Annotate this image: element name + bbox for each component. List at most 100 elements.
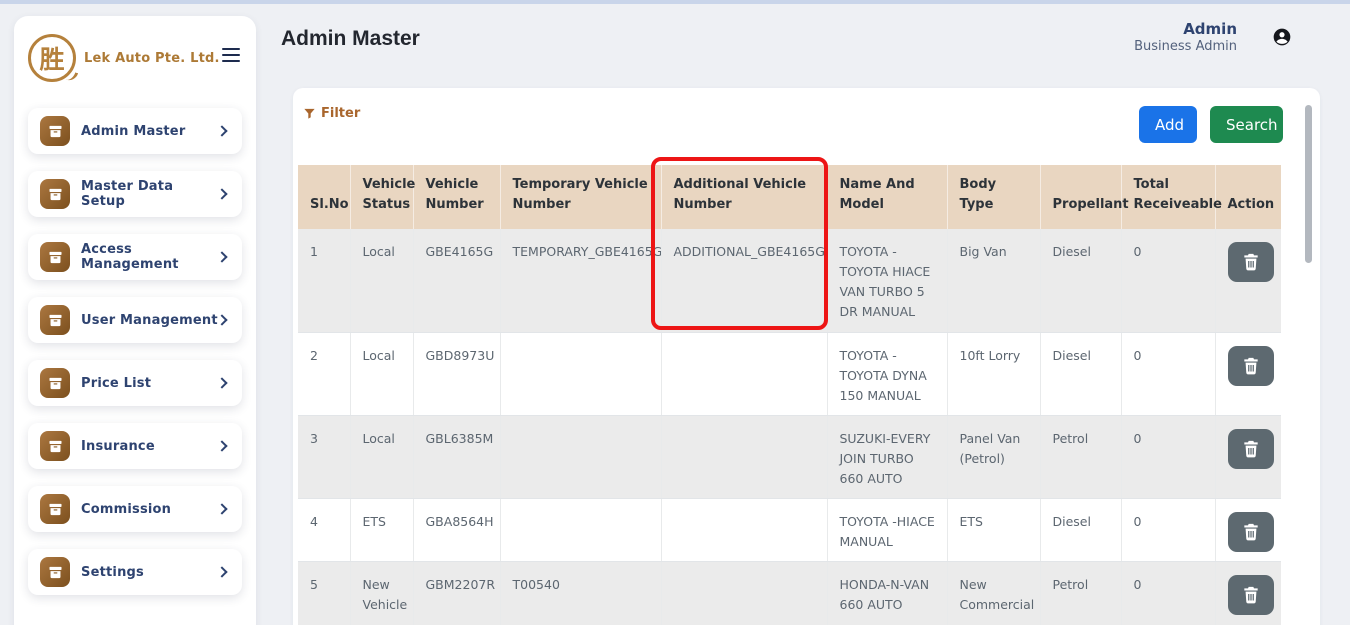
cell-total-receiveable: 0 [1121, 415, 1215, 498]
sidebar-item-label: User Management [81, 313, 218, 328]
cell-temporary-vehicle-number [500, 332, 661, 415]
delete-button[interactable] [1228, 346, 1274, 386]
delete-button[interactable] [1228, 429, 1274, 469]
sidebar-item-label: Settings [81, 565, 218, 580]
page-title: Admin Master [281, 27, 420, 51]
cell-additional-vehicle-number [661, 332, 827, 415]
chevron-right-icon [216, 251, 227, 262]
cell-vehicle-number: GBM2207R [413, 561, 500, 625]
col-header-temporary-vehicle-number: Temporary Vehicle Number [500, 165, 661, 229]
trash-icon [1241, 438, 1261, 460]
col-header-vehicle-status: Vehicle Status [350, 165, 413, 229]
archive-icon [40, 494, 70, 524]
sidebar-item-user-management[interactable]: User Management [28, 297, 242, 343]
cell-additional-vehicle-number [661, 415, 827, 498]
cell-action [1215, 498, 1281, 561]
sidebar-item-settings[interactable]: Settings [28, 549, 242, 595]
vertical-scrollbar-thumb[interactable] [1305, 105, 1312, 263]
col-header-sl-no: Sl.No [298, 165, 350, 229]
archive-icon [40, 557, 70, 587]
cell-sl-no: 1 [298, 229, 350, 332]
cell-propellant: Petrol [1040, 561, 1121, 625]
table-row: 5 New Vehicle GBM2207R T00540 HONDA-N-VA… [298, 561, 1281, 625]
sidebar-item-commission[interactable]: Commission [28, 486, 242, 532]
cell-propellant: Diesel [1040, 498, 1121, 561]
cell-temporary-vehicle-number: TEMPORARY_GBE4165G [500, 229, 661, 332]
cell-vehicle-number: GBD8973U [413, 332, 500, 415]
filter-label: Filter [321, 106, 360, 121]
cell-vehicle-number: GBL6385M [413, 415, 500, 498]
cell-total-receiveable: 0 [1121, 498, 1215, 561]
cell-body-type: ETS [947, 498, 1040, 561]
cell-total-receiveable: 0 [1121, 332, 1215, 415]
cell-name-and-model: TOYOTA -HIACE MANUAL [827, 498, 947, 561]
table-row: 4 ETS GBA8564H TOYOTA -HIACE MANUAL ETS … [298, 498, 1281, 561]
col-header-name-and-model: Name And Model [827, 165, 947, 229]
brand-name: Lek Auto Pte. Ltd. [84, 51, 220, 66]
cell-action [1215, 415, 1281, 498]
col-header-action: Action [1215, 165, 1281, 229]
archive-icon [40, 368, 70, 398]
delete-button[interactable] [1228, 512, 1274, 552]
user-name: Admin [1134, 20, 1237, 38]
cell-name-and-model: TOYOTA -TOYOTA HIACE VAN TURBO 5 DR MANU… [827, 229, 947, 332]
archive-icon [40, 305, 70, 335]
table-row: 2 Local GBD8973U TOYOTA -TOYOTA DYNA 150… [298, 332, 1281, 415]
cell-name-and-model: HONDA-N-VAN 660 AUTO [827, 561, 947, 625]
sidebar-item-label: Commission [81, 502, 218, 517]
col-header-vehicle-number: Vehicle Number [413, 165, 500, 229]
delete-button[interactable] [1228, 242, 1274, 282]
cell-body-type: New Commercial [947, 561, 1040, 625]
logo-character: 胜 [39, 40, 64, 76]
cell-sl-no: 5 [298, 561, 350, 625]
cell-total-receiveable: 0 [1121, 229, 1215, 332]
chevron-right-icon [216, 377, 227, 388]
cell-additional-vehicle-number [661, 561, 827, 625]
brand-logo: 胜 Lek Auto Pte. Ltd. [28, 34, 222, 82]
cell-body-type: 10ft Lorry [947, 332, 1040, 415]
col-header-total-receiveable: Total Receiveable [1121, 165, 1215, 229]
trash-icon [1241, 521, 1261, 543]
table-header-row: Sl.No Vehicle Status Vehicle Number Temp… [298, 165, 1281, 229]
cell-temporary-vehicle-number: T00540 [500, 561, 661, 625]
chevron-right-icon [216, 503, 227, 514]
sidebar-item-admin-master[interactable]: Admin Master [28, 108, 242, 154]
table-row: 1 Local GBE4165G TEMPORARY_GBE4165G ADDI… [298, 229, 1281, 332]
chevron-right-icon [216, 566, 227, 577]
trash-icon [1241, 584, 1261, 606]
sidebar-item-master-data-setup[interactable]: Master Data Setup [28, 171, 242, 217]
brand-row: 胜 Lek Auto Pte. Ltd. [28, 34, 242, 82]
user-block: Admin Business Admin [1134, 20, 1237, 54]
cell-vehicle-status: Local [350, 415, 413, 498]
top-strip [0, 0, 1350, 4]
sidebar-menu: Admin Master Master Data Setup Access Ma… [28, 108, 242, 595]
account-circle-icon[interactable] [1272, 27, 1292, 47]
chevron-right-icon [216, 125, 227, 136]
archive-icon [40, 431, 70, 461]
app-canvas: 胜 Lek Auto Pte. Ltd. Admin Master Mast [0, 0, 1350, 625]
cell-action [1215, 229, 1281, 332]
add-button[interactable]: Add [1139, 106, 1197, 143]
search-button[interactable]: Search [1210, 106, 1283, 143]
sidebar-item-access-management[interactable]: Access Management [28, 234, 242, 280]
hamburger-menu-icon[interactable] [222, 34, 242, 66]
cell-action [1215, 332, 1281, 415]
sidebar-item-insurance[interactable]: Insurance [28, 423, 242, 469]
archive-icon [40, 116, 70, 146]
cell-name-and-model: TOYOTA -TOYOTA DYNA 150 MANUAL [827, 332, 947, 415]
sidebar-item-price-list[interactable]: Price List [28, 360, 242, 406]
cell-propellant: Petrol [1040, 415, 1121, 498]
chevron-right-icon [216, 440, 227, 451]
cell-body-type: Big Van [947, 229, 1040, 332]
cell-additional-vehicle-number [661, 498, 827, 561]
sidebar: 胜 Lek Auto Pte. Ltd. Admin Master Mast [14, 16, 256, 625]
cell-additional-vehicle-number: ADDITIONAL_GBE4165G [661, 229, 827, 332]
delete-button[interactable] [1228, 575, 1274, 615]
vehicles-table: Sl.No Vehicle Status Vehicle Number Temp… [298, 165, 1281, 625]
trash-icon [1241, 251, 1261, 273]
filter-toggle[interactable]: Filter [303, 106, 360, 121]
col-header-propellant: Propellant [1040, 165, 1121, 229]
sidebar-item-label: Admin Master [81, 124, 218, 139]
cell-temporary-vehicle-number [500, 498, 661, 561]
content-card: Filter Add Search Sl.No Vehicle Status V… [293, 88, 1320, 625]
